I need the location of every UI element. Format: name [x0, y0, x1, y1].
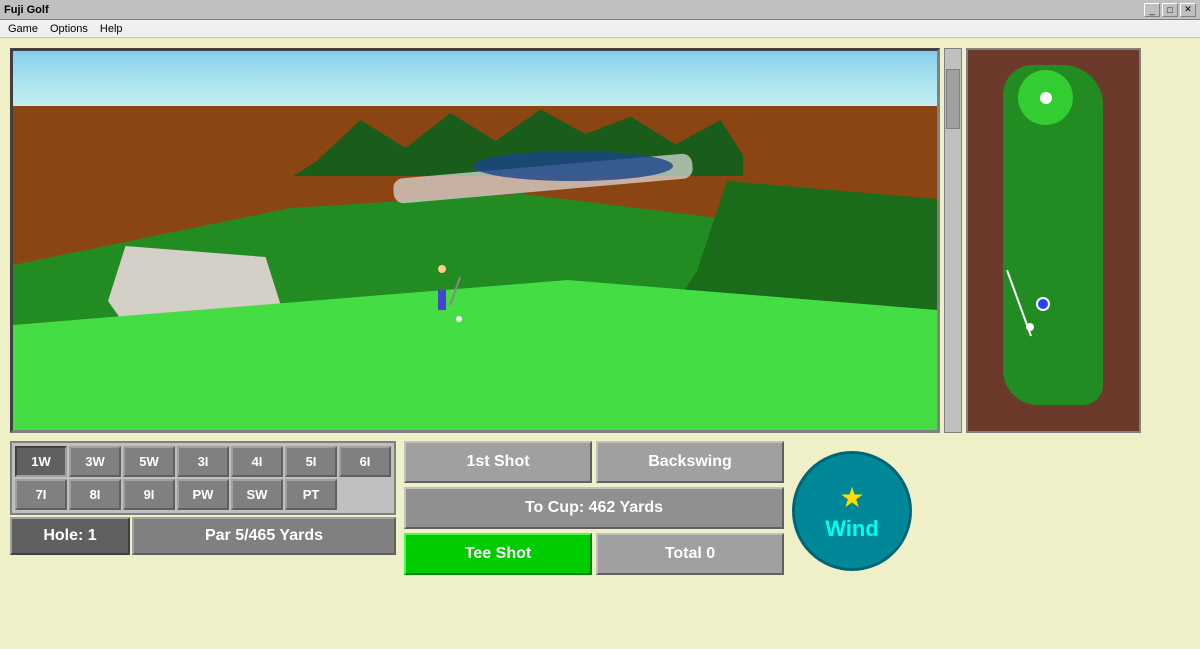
club-4i[interactable]: 4I: [231, 446, 283, 477]
club-section: 1W 3W 5W 3I 4I 5I 6I 7I 8I 9I PW SW PT: [10, 441, 396, 555]
sky: [13, 51, 937, 111]
left-section: 1W 3W 5W 3I 4I 5I 6I 7I 8I 9I PW SW PT: [10, 48, 1190, 639]
club-7i[interactable]: 7I: [15, 479, 67, 510]
game-view[interactable]: [10, 48, 940, 433]
main-content: 1W 3W 5W 3I 4I 5I 6I 7I 8I 9I PW SW PT: [0, 38, 1200, 649]
golfer: [433, 265, 451, 310]
golfer-body: [438, 290, 446, 310]
menu-options[interactable]: Options: [44, 22, 94, 36]
title-bar-controls: _ □ ✕: [1144, 3, 1196, 17]
club-6i[interactable]: 6I: [339, 446, 391, 477]
menu-bar: Game Options Help: [0, 20, 1200, 38]
club-grid: 1W 3W 5W 3I 4I 5I 6I 7I 8I 9I PW SW PT: [10, 441, 396, 515]
total-display: Total 0: [596, 533, 784, 575]
club-8i[interactable]: 8I: [69, 479, 121, 510]
menu-help[interactable]: Help: [94, 22, 129, 36]
close-button[interactable]: ✕: [1180, 3, 1196, 17]
bottom-controls: 1W 3W 5W 3I 4I 5I 6I 7I 8I 9I PW SW PT: [10, 441, 1190, 575]
mini-map-hole: [1040, 92, 1052, 104]
scrollbar-thumb[interactable]: [946, 69, 960, 129]
wind-indicator: ★ Wind: [792, 451, 912, 571]
wind-label: Wind: [825, 516, 879, 542]
minimize-button[interactable]: _: [1144, 3, 1160, 17]
hole-number: Hole: 1: [10, 517, 130, 555]
distance-display: To Cup: 462 Yards: [404, 487, 784, 529]
title-bar: Fuji Golf _ □ ✕: [0, 0, 1200, 20]
mini-map: [966, 48, 1141, 433]
par-info: Par 5/465 Yards: [132, 517, 396, 555]
shot-row-1: 1st Shot Backswing: [404, 441, 784, 483]
maximize-button[interactable]: □: [1162, 3, 1178, 17]
tee-shot-button[interactable]: Tee Shot: [404, 533, 592, 575]
shot-controls: 1st Shot Backswing To Cup: 462 Yards Tee…: [404, 441, 784, 575]
water-hazard: [473, 151, 673, 181]
mini-map-player: [1036, 297, 1050, 311]
menu-game[interactable]: Game: [2, 22, 44, 36]
window-title: Fuji Golf: [4, 4, 1144, 16]
club-5w[interactable]: 5W: [123, 446, 175, 477]
hole-info: Hole: 1 Par 5/465 Yards: [10, 517, 396, 555]
club-sw[interactable]: SW: [231, 479, 283, 510]
right-panel: ★ Wind: [792, 441, 912, 571]
club-empty: [339, 479, 391, 510]
view-scrollbar[interactable]: [944, 48, 962, 433]
mini-map-ball: [1026, 323, 1034, 331]
golf-ball: [456, 316, 462, 322]
golfer-head: [438, 265, 446, 273]
club-3i[interactable]: 3I: [177, 446, 229, 477]
backswing-button[interactable]: Backswing: [596, 441, 784, 483]
game-view-container: [10, 48, 1190, 433]
shot-row-2: Tee Shot Total 0: [404, 533, 784, 575]
club-5i[interactable]: 5I: [285, 446, 337, 477]
first-shot-button[interactable]: 1st Shot: [404, 441, 592, 483]
wind-star-icon: ★: [839, 481, 864, 514]
club-9i[interactable]: 9I: [123, 479, 175, 510]
club-pt[interactable]: PT: [285, 479, 337, 510]
club-pw[interactable]: PW: [177, 479, 229, 510]
club-1w[interactable]: 1W: [15, 446, 67, 477]
club-3w[interactable]: 3W: [69, 446, 121, 477]
